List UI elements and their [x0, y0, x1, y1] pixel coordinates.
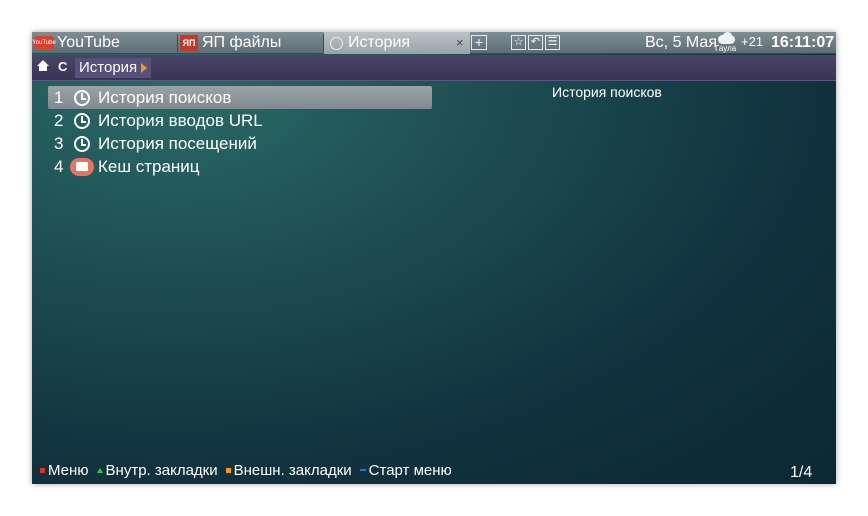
- weather-city: Гаула: [715, 44, 737, 53]
- red-marker-icon: [40, 467, 45, 473]
- footer-external-bookmarks-label: Внешн. закладки: [233, 461, 352, 479]
- item-label: История поисков: [98, 87, 232, 107]
- tab-youtube-label: YouTube: [57, 34, 120, 51]
- footer-external-bookmarks-button[interactable]: Внешн. закладки: [225, 461, 352, 479]
- breadcrumb-label: История: [79, 59, 138, 76]
- list-item[interactable]: 2 История вводов URL: [48, 109, 432, 132]
- yap-icon: ЯП: [180, 35, 198, 51]
- list-item[interactable]: 1 История поисков: [48, 86, 432, 109]
- footer-start-menu-label: Старт меню: [368, 461, 452, 479]
- footer-menu-label: Меню: [48, 461, 89, 479]
- footer-legend: Меню Внутр. закладки Внешн. закладки Ста…: [40, 460, 460, 480]
- date-text: Вс, 5 Мая: [645, 34, 717, 51]
- clock-icon: [74, 89, 90, 106]
- tab-yap-files[interactable]: ЯП ЯП файлы: [178, 32, 323, 54]
- item-number: 3: [54, 133, 64, 153]
- browser-screen: YouTube YouTube ЯП ЯП файлы История × + …: [32, 32, 836, 484]
- list-item[interactable]: 4 Кеш страниц: [48, 155, 432, 178]
- temperature-text: +21: [741, 34, 764, 49]
- footer-internal-bookmarks-button[interactable]: Внутр. закладки: [96, 461, 218, 479]
- tab-youtube[interactable]: YouTube YouTube: [32, 32, 177, 54]
- item-number: 1: [54, 87, 64, 107]
- menu-list-button[interactable]: ☰: [545, 35, 560, 50]
- tab-yap-files-label: ЯП файлы: [202, 34, 282, 51]
- cloud-icon-top: [723, 32, 732, 40]
- detail-title: История поисков: [552, 84, 662, 100]
- footer-start-menu-button[interactable]: Старт меню: [359, 461, 452, 479]
- home-icon[interactable]: [37, 60, 49, 72]
- reload-icon[interactable]: C: [58, 57, 67, 77]
- item-label: История посещений: [98, 133, 257, 153]
- clock-icon: [74, 135, 90, 152]
- breadcrumb[interactable]: История: [75, 58, 152, 78]
- tab-history-label: История: [348, 34, 411, 51]
- footer-internal-bookmarks-label: Внутр. закладки: [105, 461, 218, 479]
- tab-history[interactable]: История: [324, 32, 470, 54]
- green-marker-icon: [96, 467, 103, 473]
- item-label: Кеш страниц: [98, 156, 200, 176]
- clock-time: 16:11:07: [771, 34, 835, 51]
- item-number: 4: [54, 156, 64, 176]
- list-item[interactable]: 3 История посещений: [48, 132, 432, 155]
- item-number: 2: [54, 110, 64, 130]
- clock-icon: [330, 36, 343, 50]
- history-list: 1 История поисков 2 История вводов URL 3…: [48, 86, 432, 178]
- footer-menu-button[interactable]: Меню: [40, 462, 89, 479]
- arrow-right-icon: [141, 63, 148, 73]
- new-tab-button[interactable]: +: [471, 35, 487, 50]
- back-button[interactable]: ↶: [528, 35, 543, 50]
- navigation-bar: C История: [32, 55, 836, 81]
- cache-icon: [70, 157, 94, 176]
- weather-widget: Гаула: [715, 32, 741, 53]
- yellow-marker-icon: [225, 467, 231, 473]
- tab-bar: YouTube YouTube ЯП ЯП файлы История × + …: [32, 32, 836, 54]
- page-indicator: 1/4: [790, 464, 813, 481]
- clock-icon: [74, 112, 90, 129]
- bookmark-star-button[interactable]: ☆: [511, 35, 526, 50]
- close-tab-icon[interactable]: ×: [456, 32, 464, 54]
- blue-marker-icon: [359, 469, 366, 471]
- youtube-icon: YouTube: [32, 36, 56, 50]
- item-label: История вводов URL: [98, 110, 263, 130]
